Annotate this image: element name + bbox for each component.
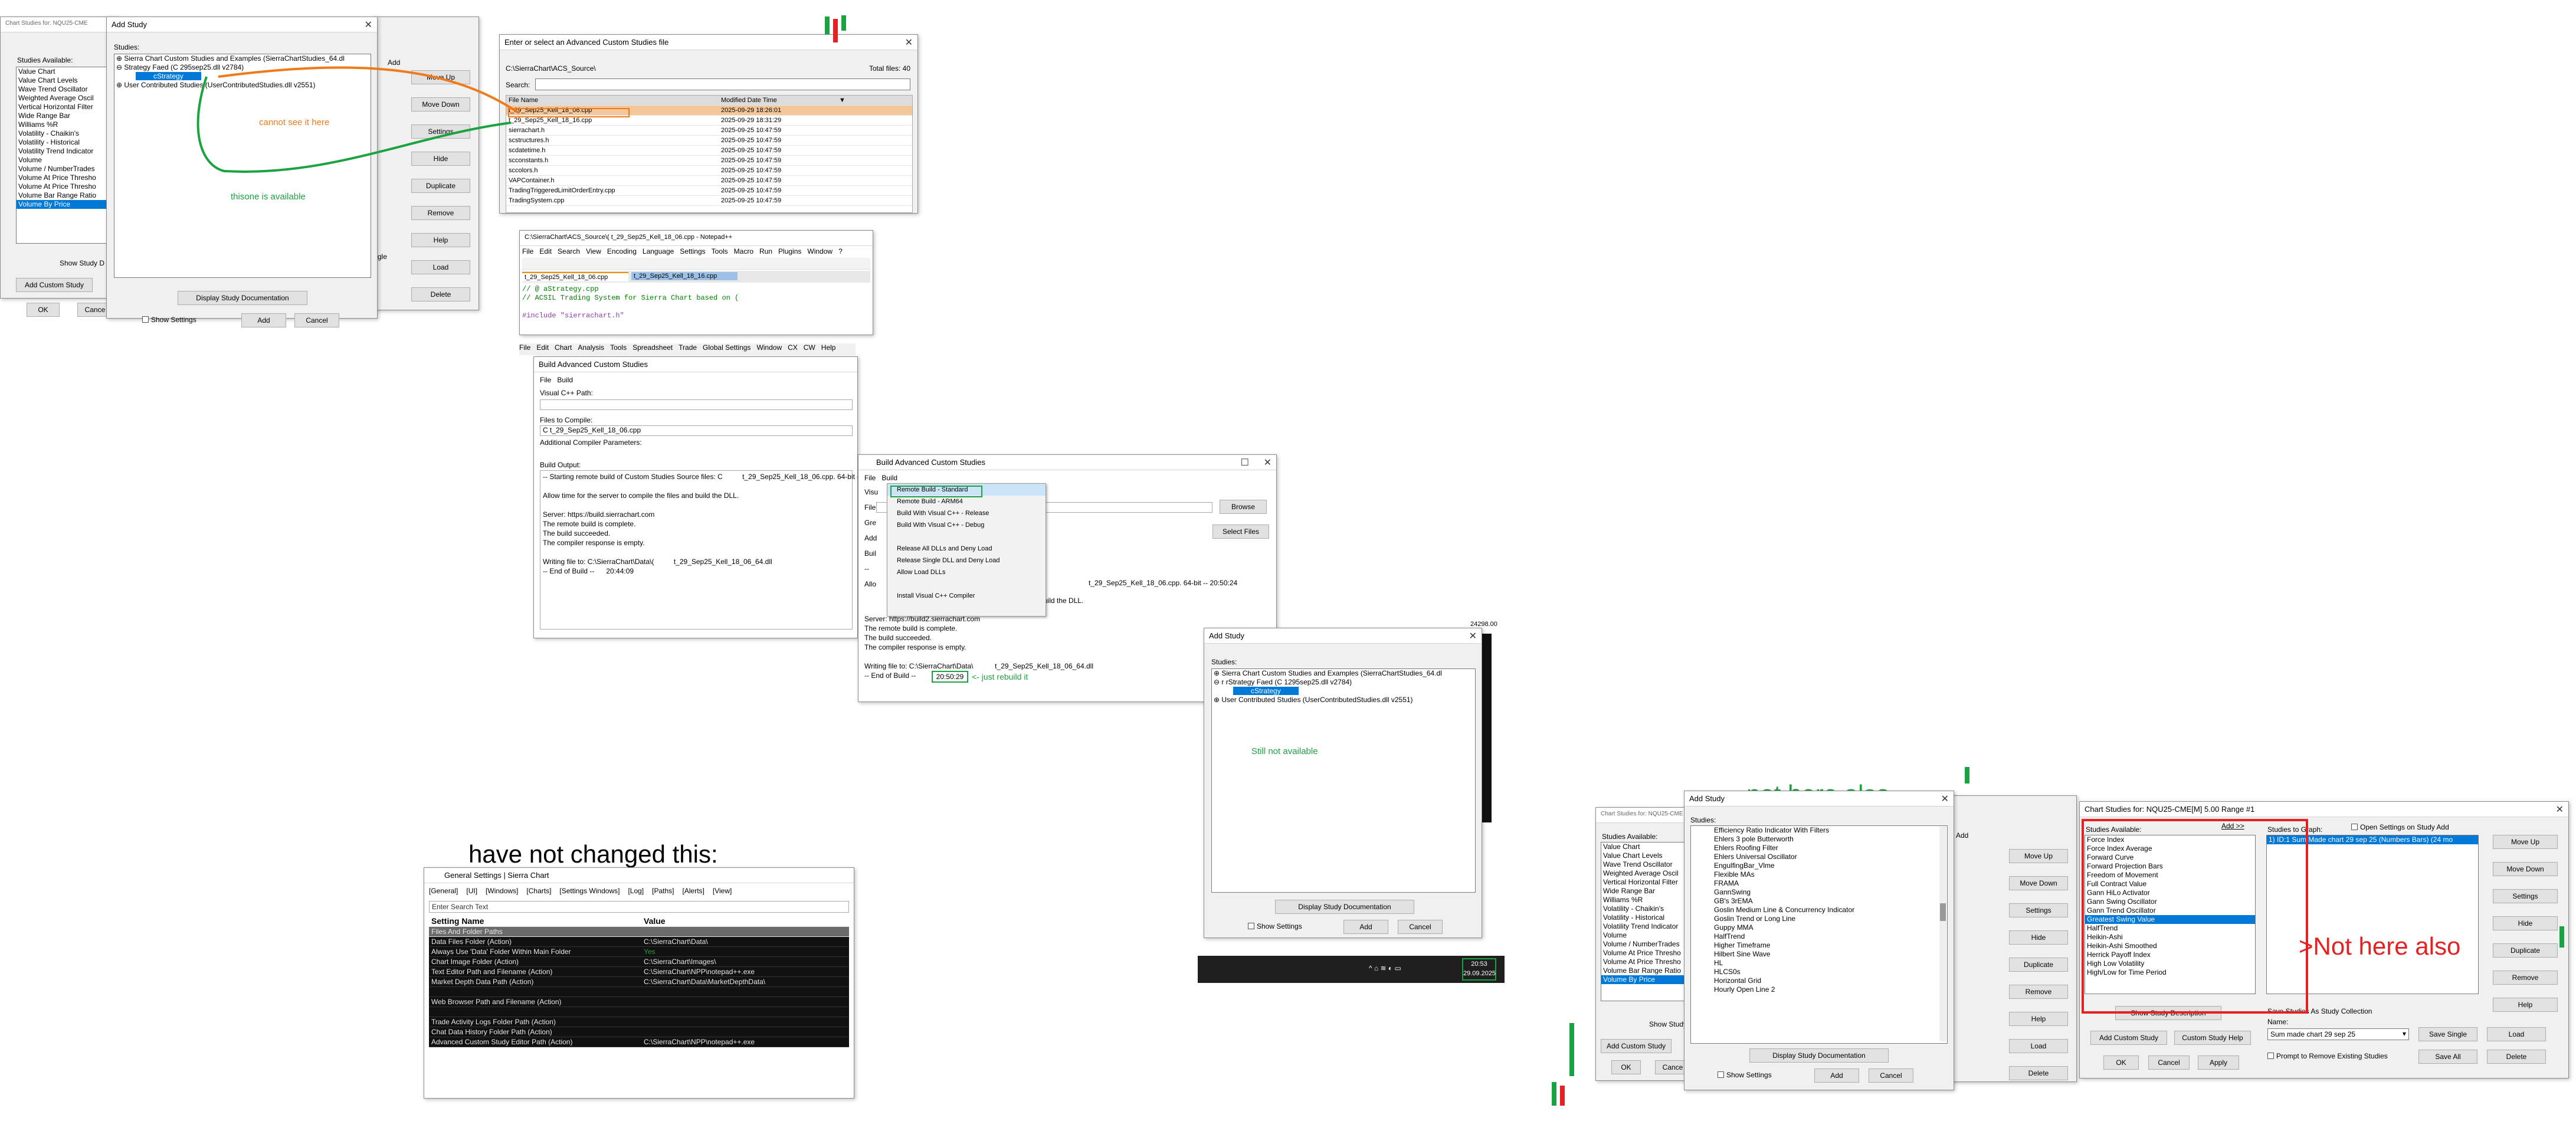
green-arrow bbox=[196, 76, 512, 173]
orange-arrow bbox=[218, 66, 520, 114]
annotation-arrows bbox=[196, 66, 520, 173]
